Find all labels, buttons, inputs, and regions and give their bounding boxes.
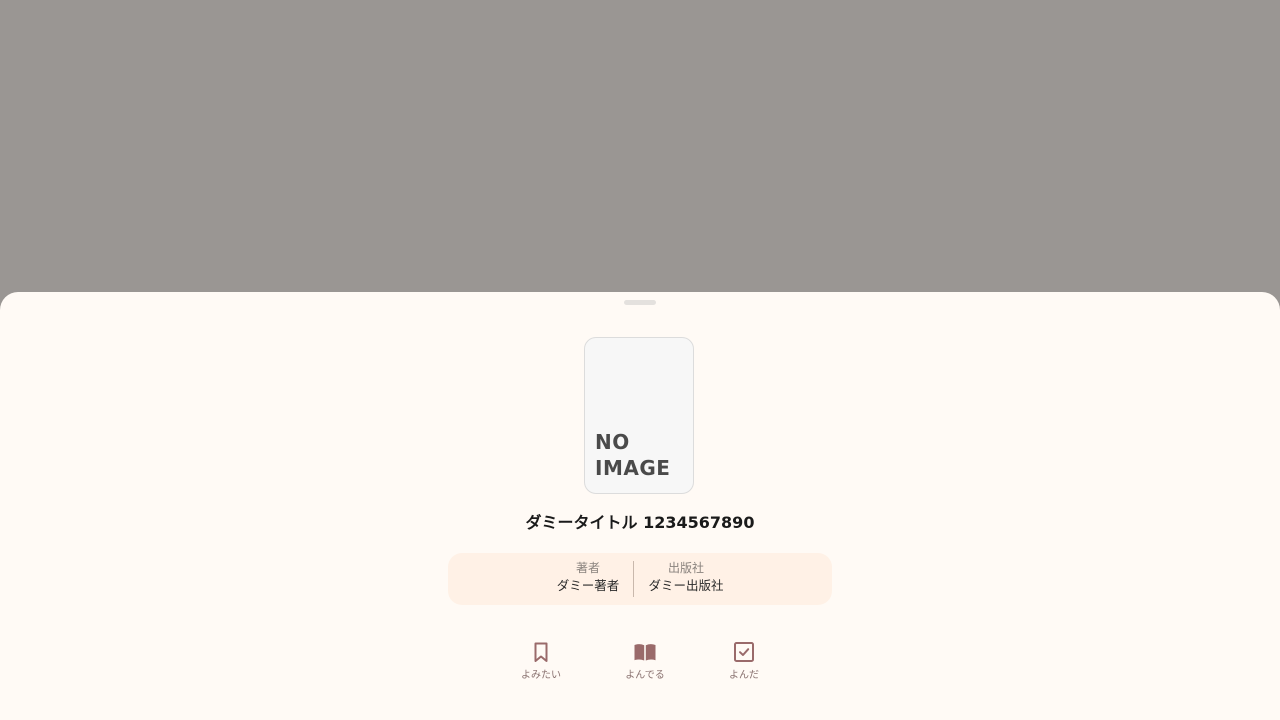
bookmark-icon — [534, 642, 548, 662]
open-book-icon — [634, 644, 656, 661]
book-detail-sheet: NO IMAGE ダミータイトル 1234567890 著者 ダミー著者 出版社… — [0, 292, 1280, 720]
reading-button[interactable]: よんでる — [615, 640, 675, 682]
book-info-box: 著者 ダミー著者 出版社 ダミー出版社 — [448, 553, 832, 605]
author-label: 著者 — [575, 561, 600, 575]
checkbox-icon — [734, 642, 754, 662]
drag-handle[interactable] — [624, 300, 656, 305]
publisher-value: ダミー出版社 — [648, 578, 724, 593]
author-value: ダミー著者 — [556, 578, 620, 593]
finished-reading-label: よんだ — [729, 670, 759, 681]
publisher-info: 出版社 ダミー出版社 — [638, 560, 734, 596]
author-info: 著者 ダミー著者 — [548, 560, 628, 596]
info-divider — [633, 561, 634, 597]
book-cover-placeholder: NO IMAGE — [584, 337, 694, 494]
want-to-read-button[interactable]: よみたい — [511, 640, 571, 682]
cover-text-line2: IMAGE — [595, 456, 671, 480]
book-title: ダミータイトル 1234567890 — [525, 513, 755, 532]
no-image-text: NO IMAGE — [595, 429, 670, 481]
finished-reading-button[interactable]: よんだ — [714, 640, 774, 682]
want-to-read-label: よみたい — [521, 670, 561, 681]
publisher-label: 出版社 — [667, 561, 704, 575]
cover-text-line1: NO — [595, 430, 630, 454]
reading-label: よんでる — [625, 670, 665, 681]
